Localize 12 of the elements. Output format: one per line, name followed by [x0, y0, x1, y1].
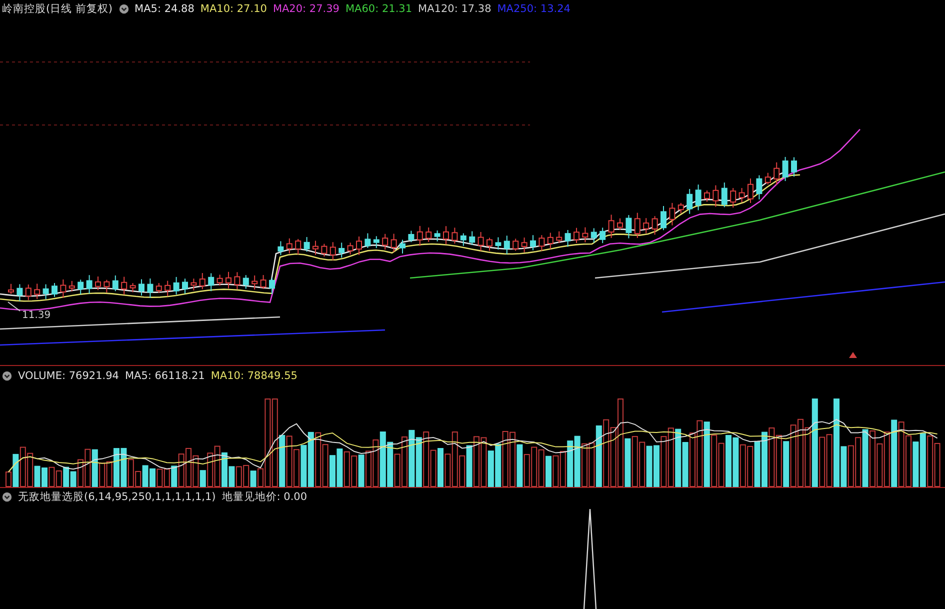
indicator-name: 无敌地量选股(6,14,95,250,1,1,1,1,1,1) — [18, 490, 216, 502]
stock-title: 岭南控股(日线 前复权) — [2, 3, 113, 15]
indicator-value: MA20: 27.39 — [272, 3, 340, 15]
indicator-reading: 地量见地价: 0.00 — [222, 490, 308, 502]
indicator-value: MA10: 78849.55 — [210, 370, 298, 382]
indicator-value: MA5: 24.88 — [134, 3, 194, 15]
indicator-value: MA120: 17.38 — [418, 3, 492, 15]
indicator-value: MA10: 27.10 — [200, 3, 267, 15]
indicator-value: MA250: 13.24 — [497, 3, 570, 15]
indicator-value: MA60: 21.31 — [345, 3, 412, 15]
indicator-value: VOLUME: 76921.94 — [18, 370, 119, 382]
indicator-value: MA5: 66118.21 — [124, 370, 205, 382]
